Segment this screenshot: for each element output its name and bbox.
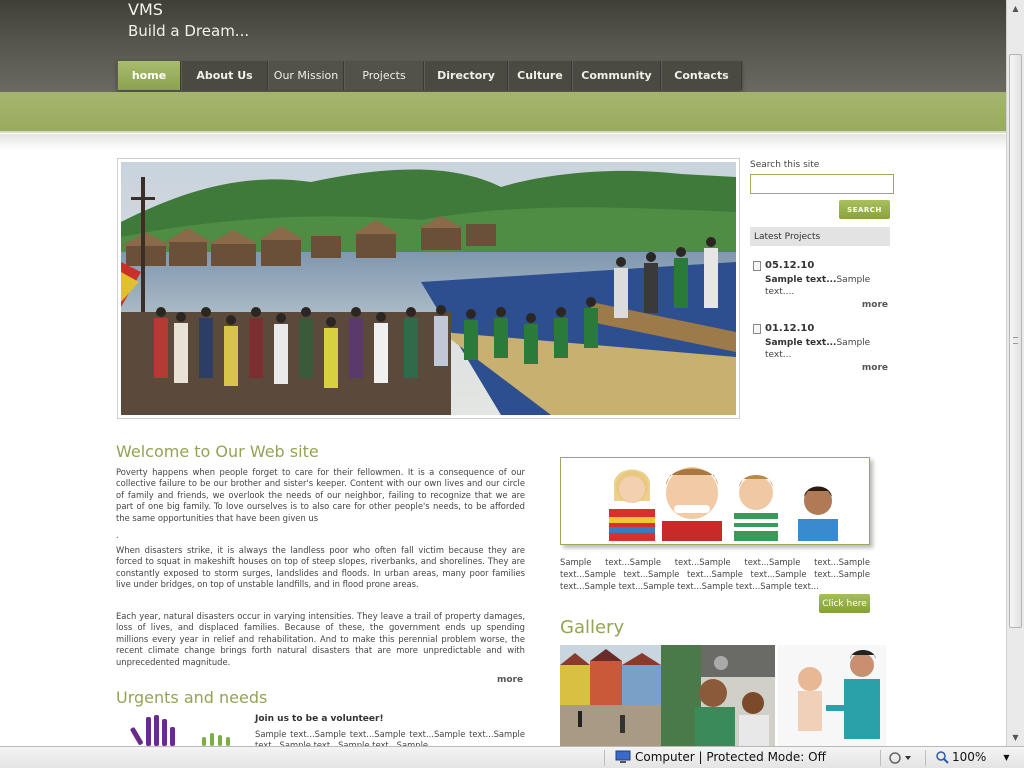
kids-sample-text: Sample text...Sample text...Sample text.… [560, 557, 870, 591]
project-more-link[interactable]: more [862, 300, 888, 310]
gallery-thumb-houses[interactable] [560, 645, 661, 746]
project-summary: Sample text...Sample text... [765, 337, 885, 361]
welcome-more-link[interactable]: more [497, 675, 523, 685]
security-zone-text: Computer | Protected Mode: Off [635, 750, 826, 764]
gallery-thumb-nurse[interactable] [778, 645, 886, 746]
zoom-magnifier-icon [936, 751, 949, 764]
project-summary-bold: Sample text... [765, 275, 837, 285]
browser-viewport: VMS Build a Dream... home About Us Our M… [0, 0, 1006, 746]
project-more-link[interactable]: more [862, 363, 888, 373]
nav-culture[interactable]: Culture [508, 61, 572, 90]
green-banner-strip [0, 92, 1006, 133]
nav-projects[interactable]: Projects [344, 61, 424, 90]
nav-about-us[interactable]: About Us [181, 61, 268, 90]
search-label: Search this site [750, 160, 820, 170]
zoom-dropdown-icon[interactable]: ▼ [1003, 753, 1009, 762]
welcome-paragraph-2: When disasters strike, it is always the … [116, 545, 525, 590]
scroll-up-arrow-icon[interactable]: ▲ [1007, 0, 1024, 17]
zoom-level: 100% [952, 750, 987, 764]
project-summary-bold: Sample text... [765, 338, 837, 348]
welcome-paragraph-1: Poverty happens when people forget to ca… [116, 467, 525, 523]
search-input[interactable] [750, 174, 894, 194]
nav-community[interactable]: Community [572, 61, 661, 90]
nav-our-mission[interactable]: Our Mission [268, 61, 344, 90]
status-separator [604, 750, 605, 766]
site-header: VMS Build a Dream... home About Us Our M… [0, 0, 1006, 92]
volunteer-hands-image [130, 715, 230, 746]
browser-status-bar: Computer | Protected Mode: Off 100% ▼ [0, 746, 1024, 768]
site-title[interactable]: VMS [128, 0, 163, 19]
document-icon [753, 261, 761, 271]
gallery-thumb-children[interactable] [661, 645, 775, 746]
kids-photo [564, 461, 866, 541]
status-separator [925, 750, 926, 766]
banner-shadow [0, 134, 1006, 150]
security-zone[interactable]: Computer | Protected Mode: Off [615, 750, 826, 764]
document-icon [753, 324, 761, 334]
nav-contacts[interactable]: Contacts [661, 61, 742, 90]
welcome-paragraph-1-tail: . [116, 530, 119, 540]
vertical-scrollbar[interactable]: ▲ ▼ [1006, 0, 1024, 746]
kids-image-frame [560, 457, 870, 545]
nav-home[interactable]: home [117, 61, 181, 90]
project-date: 01.12.10 [765, 323, 815, 334]
click-here-button[interactable]: Click here [819, 594, 870, 613]
status-separator [880, 750, 881, 766]
welcome-heading: Welcome to Our Web site [116, 442, 319, 461]
scrollbar-thumb[interactable] [1009, 54, 1022, 628]
volunteer-text: Sample text...Sample text...Sample text.… [255, 729, 525, 746]
main-nav: home About Us Our Mission Projects Direc… [117, 61, 742, 90]
latest-projects-heading: Latest Projects [750, 227, 890, 246]
computer-zone-icon [615, 750, 631, 763]
zoom-control[interactable]: 100% ▼ [935, 750, 1009, 764]
urgents-heading: Urgents and needs [116, 688, 268, 707]
welcome-paragraph-3: Each year, natural disasters occur in va… [116, 611, 525, 667]
gallery-heading: Gallery [560, 617, 625, 638]
volunteer-title: Join us to be a volunteer! [255, 714, 384, 724]
hero-village-photo [121, 162, 736, 415]
project-summary: Sample text...Sample text.... [765, 274, 885, 298]
site-tagline: Build a Dream... [128, 22, 250, 40]
protected-mode-icon[interactable] [887, 751, 913, 768]
gallery-houses-photo [560, 645, 661, 746]
search-button[interactable]: SEARCH [839, 200, 890, 219]
gallery-nurse-photo [778, 645, 886, 746]
gallery-children-photo [661, 645, 775, 746]
nav-directory[interactable]: Directory [424, 61, 508, 90]
scroll-down-arrow-icon[interactable]: ▼ [1007, 729, 1024, 746]
scrollbar-grip [1013, 337, 1018, 344]
hero-image-frame [117, 158, 740, 419]
project-date: 05.12.10 [765, 260, 815, 271]
